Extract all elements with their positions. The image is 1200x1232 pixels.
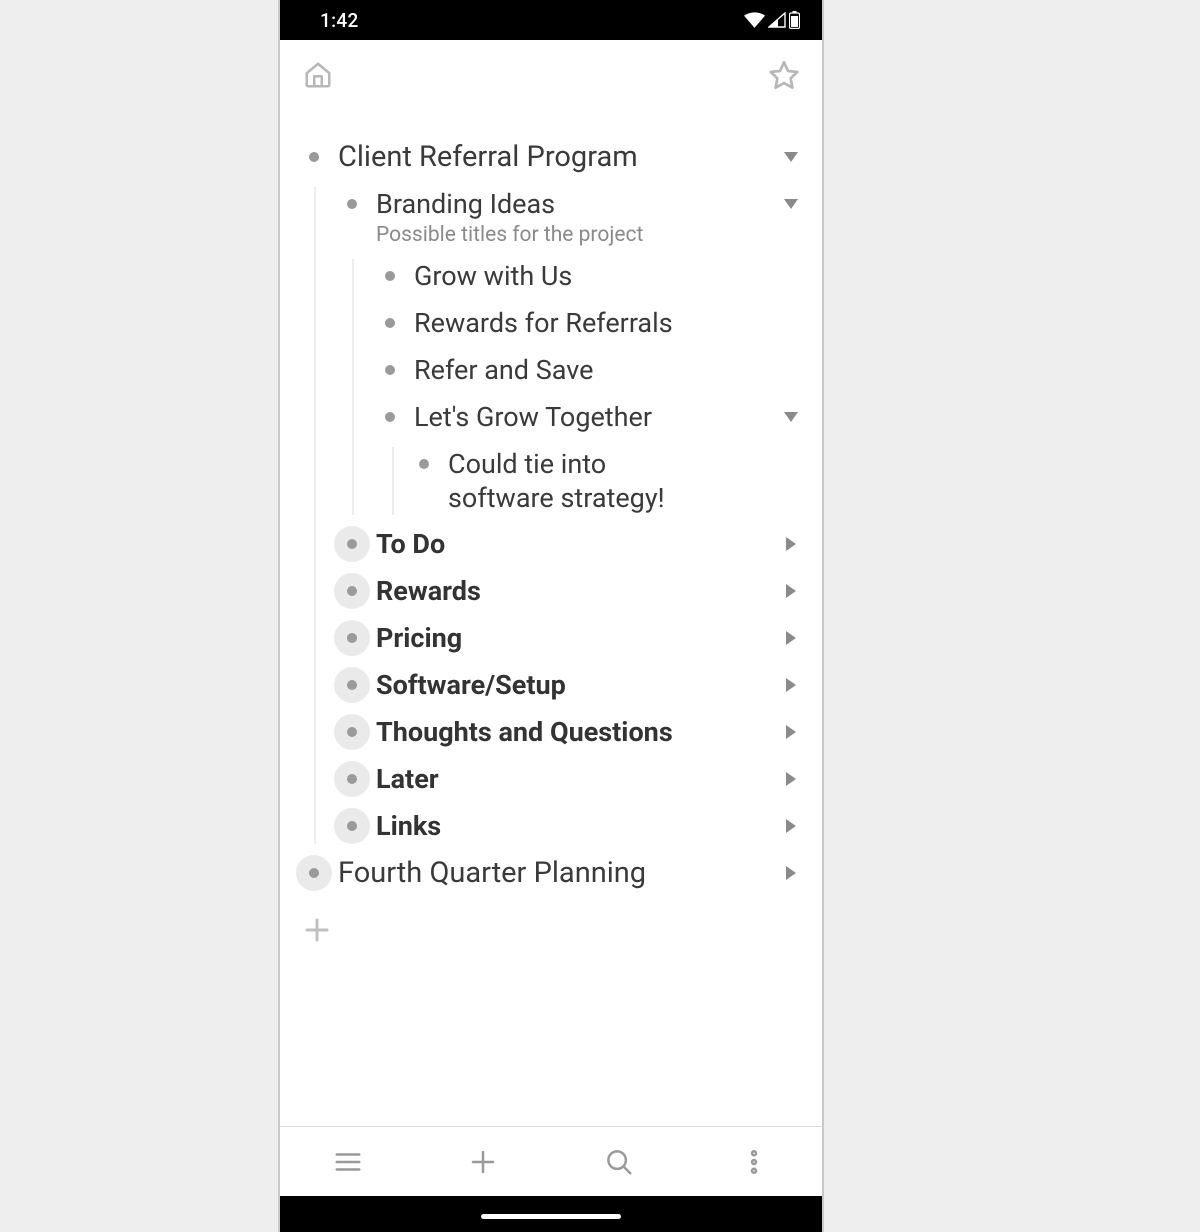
chevron-right-icon: [784, 771, 798, 787]
bullet-icon[interactable]: [334, 573, 370, 609]
bullet-icon[interactable]: [334, 808, 370, 844]
status-bar: 1:42: [280, 0, 822, 40]
collapse-toggle[interactable]: [776, 187, 806, 221]
expand-toggle[interactable]: [776, 856, 806, 890]
nav-handle[interactable]: [481, 1214, 621, 1219]
bullet-icon[interactable]: [372, 258, 408, 294]
outline-item[interactable]: Could tie into software strategy!: [406, 447, 806, 515]
bullet-icon[interactable]: [406, 446, 442, 482]
outline-item[interactable]: Pricing: [334, 621, 806, 656]
status-time: 1:42: [320, 9, 359, 32]
chevron-right-icon: [784, 630, 798, 646]
item-label[interactable]: Pricing: [376, 621, 776, 655]
bullet-icon[interactable]: [334, 186, 370, 222]
expand-toggle[interactable]: [776, 715, 806, 749]
expand-toggle[interactable]: [776, 621, 806, 655]
outline-item[interactable]: Later: [334, 762, 806, 797]
item-label[interactable]: Grow with Us: [414, 259, 806, 293]
chevron-right-icon: [784, 865, 798, 881]
signal-icon: [768, 12, 786, 28]
item-label[interactable]: Rewards: [376, 574, 776, 608]
outline-item[interactable]: Links: [334, 809, 806, 844]
menu-icon: [333, 1147, 363, 1177]
bottom-toolbar: [280, 1126, 822, 1196]
bullet-icon[interactable]: [372, 305, 408, 341]
bullet-icon[interactable]: [334, 714, 370, 750]
outline-item[interactable]: Rewards for Referrals: [372, 306, 806, 341]
bullet-icon[interactable]: [334, 526, 370, 562]
bullet-icon[interactable]: [334, 667, 370, 703]
menu-button[interactable]: [280, 1127, 416, 1196]
home-icon: [303, 60, 333, 90]
bullet-icon[interactable]: [334, 761, 370, 797]
plus-icon: [468, 1147, 498, 1177]
add-item-button[interactable]: [296, 903, 806, 945]
more-vertical-icon: [739, 1147, 769, 1177]
outline-item[interactable]: Grow with Us: [372, 259, 806, 294]
outline-item[interactable]: Client Referral Program: [296, 140, 806, 175]
item-label[interactable]: Client Referral Program: [338, 140, 776, 174]
expand-toggle[interactable]: [776, 527, 806, 561]
chevron-right-icon: [784, 583, 798, 599]
outline-item[interactable]: Software/Setup: [334, 668, 806, 703]
item-label[interactable]: Software/Setup: [376, 668, 776, 702]
outline-content[interactable]: Client Referral Program Branding Ideas P…: [280, 110, 822, 1126]
item-label[interactable]: Fourth Quarter Planning: [338, 856, 776, 890]
add-button[interactable]: [416, 1127, 552, 1196]
bullet-icon[interactable]: [372, 352, 408, 388]
expand-toggle[interactable]: [776, 668, 806, 702]
bullet-icon[interactable]: [296, 139, 332, 175]
item-label[interactable]: Let's Grow Together: [414, 400, 776, 434]
item-label[interactable]: Refer and Save: [414, 353, 806, 387]
outline-item[interactable]: Branding Ideas Possible titles for the p…: [334, 187, 806, 247]
chevron-down-icon: [783, 150, 799, 164]
collapse-toggle[interactable]: [776, 400, 806, 434]
item-label[interactable]: Thoughts and Questions: [376, 715, 776, 749]
app-top-bar: [280, 40, 822, 110]
search-icon: [604, 1147, 634, 1177]
expand-toggle[interactable]: [776, 574, 806, 608]
plus-icon: [302, 915, 332, 945]
chevron-right-icon: [784, 818, 798, 834]
system-nav-bar: [280, 1196, 822, 1232]
item-label[interactable]: Later: [376, 762, 776, 796]
chevron-down-icon: [783, 410, 799, 424]
status-icons: [744, 11, 800, 29]
outline-item[interactable]: Rewards: [334, 574, 806, 609]
expand-toggle[interactable]: [776, 762, 806, 796]
item-note[interactable]: Possible titles for the project: [376, 223, 776, 247]
phone-frame: 1:42 Client Referral Program: [278, 0, 824, 1232]
outline-item[interactable]: Refer and Save: [372, 353, 806, 388]
collapse-toggle[interactable]: [776, 140, 806, 174]
more-button[interactable]: [687, 1127, 823, 1196]
outline-item[interactable]: To Do: [334, 527, 806, 562]
item-label[interactable]: Rewards for Referrals: [414, 306, 806, 340]
home-button[interactable]: [296, 53, 340, 97]
bullet-icon[interactable]: [296, 855, 332, 891]
item-label[interactable]: Links: [376, 809, 776, 843]
item-label[interactable]: To Do: [376, 527, 776, 561]
outline-item[interactable]: Let's Grow Together: [372, 400, 806, 435]
item-label[interactable]: Branding Ideas: [376, 187, 776, 221]
expand-toggle[interactable]: [776, 809, 806, 843]
star-icon: [768, 59, 800, 91]
item-label[interactable]: Could tie into software strategy!: [448, 447, 688, 515]
battery-icon: [789, 11, 800, 29]
bullet-icon[interactable]: [334, 620, 370, 656]
outline-item[interactable]: Fourth Quarter Planning: [296, 856, 806, 891]
star-button[interactable]: [762, 53, 806, 97]
chevron-right-icon: [784, 677, 798, 693]
bullet-icon[interactable]: [372, 399, 408, 435]
wifi-icon: [744, 12, 765, 28]
chevron-down-icon: [783, 197, 799, 211]
search-button[interactable]: [551, 1127, 687, 1196]
chevron-right-icon: [784, 724, 798, 740]
outline-item[interactable]: Thoughts and Questions: [334, 715, 806, 750]
chevron-right-icon: [784, 536, 798, 552]
